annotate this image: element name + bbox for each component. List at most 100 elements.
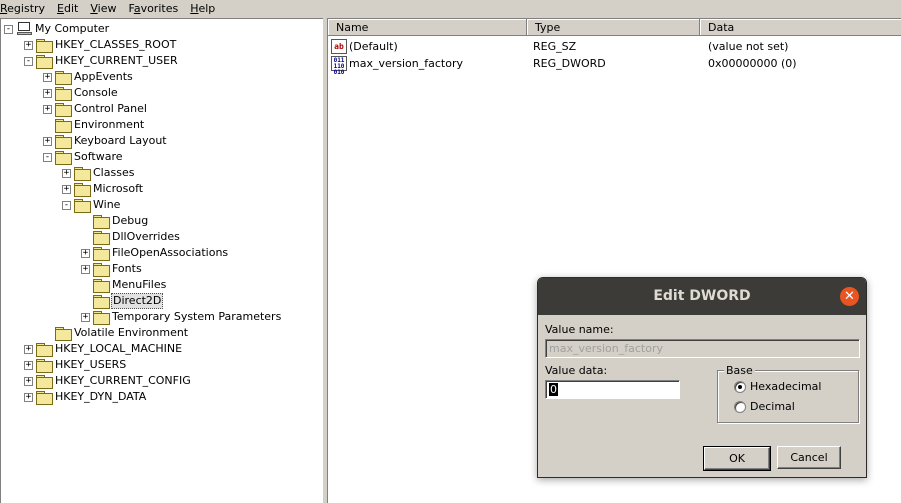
tree-item-software[interactable]: Software xyxy=(73,149,124,165)
folder-icon xyxy=(74,167,91,181)
list-header: Name Type Data xyxy=(328,19,901,36)
tree-item-fileopenassociations[interactable]: FileOpenAssociations xyxy=(111,245,229,261)
registry-tree[interactable]: - My Computer + HKEY_CLASSES_ROOT - HKEY_CU… xyxy=(0,18,323,503)
menu-help[interactable]: Help xyxy=(184,0,221,18)
dword-value-icon: 011 110 010 xyxy=(331,56,347,76)
value-data-input[interactable]: 0 xyxy=(545,380,680,399)
value-name: (Default) xyxy=(349,40,398,53)
decimal-label[interactable]: Decimal xyxy=(750,400,795,414)
base-groupbox xyxy=(717,370,859,423)
tree-item-dlloverrides[interactable]: DllOverrides xyxy=(111,229,181,245)
column-header-data[interactable]: Data xyxy=(700,19,901,36)
tree-item-microsoft[interactable]: Microsoft xyxy=(92,181,144,197)
close-icon[interactable]: ✕ xyxy=(840,287,859,306)
expand-icon[interactable]: + xyxy=(62,185,71,194)
tree-item-volatile-environment[interactable]: Volatile Environment xyxy=(73,325,189,341)
base-label: Base xyxy=(724,364,755,377)
value-data: 0x00000000 (0) xyxy=(708,57,797,70)
value-data: (value not set) xyxy=(708,40,789,53)
expand-icon[interactable]: + xyxy=(62,169,71,178)
hexadecimal-radio[interactable] xyxy=(734,381,746,393)
folder-icon xyxy=(93,295,110,309)
tree-item-environment[interactable]: Environment xyxy=(73,117,145,133)
expand-icon[interactable]: + xyxy=(24,345,33,354)
computer-icon xyxy=(17,22,33,35)
tree-item-keyboard-layout[interactable]: Keyboard Layout xyxy=(73,133,168,149)
tree-item-fonts[interactable]: Fonts xyxy=(111,261,143,277)
tree-item-hkey-current-config[interactable]: HKEY_CURRENT_CONFIG xyxy=(54,373,192,389)
folder-icon xyxy=(55,87,72,101)
list-row-default[interactable]: ab (Default) REG_SZ (value not set) xyxy=(328,38,901,55)
expand-icon[interactable]: + xyxy=(24,361,33,370)
expand-icon[interactable]: + xyxy=(43,105,52,114)
collapse-icon[interactable]: - xyxy=(24,57,33,66)
folder-icon xyxy=(93,215,110,229)
menu-view[interactable]: View xyxy=(84,0,122,18)
folder-icon xyxy=(55,71,72,85)
tree-item-hkey-users[interactable]: HKEY_USERS xyxy=(54,357,127,373)
decimal-radio[interactable] xyxy=(734,401,746,413)
tree-item-hkey-local-machine[interactable]: HKEY_LOCAL_MACHINE xyxy=(54,341,183,357)
tree-item-menufiles[interactable]: MenuFiles xyxy=(111,277,167,293)
menu-favorites[interactable]: Favorites xyxy=(122,0,184,18)
collapse-icon[interactable]: - xyxy=(62,201,71,210)
folder-icon xyxy=(93,263,110,277)
expand-icon[interactable]: + xyxy=(81,249,90,258)
tree-item-debug[interactable]: Debug xyxy=(111,213,149,229)
folder-icon xyxy=(36,391,53,405)
tree-item-wine[interactable]: Wine xyxy=(92,197,121,213)
folder-icon xyxy=(55,135,72,149)
ok-button[interactable]: OK xyxy=(703,446,771,471)
folder-icon xyxy=(93,311,110,325)
collapse-icon[interactable]: - xyxy=(4,25,13,34)
tree-item-appevents[interactable]: AppEvents xyxy=(73,69,134,85)
folder-icon xyxy=(74,199,91,213)
edit-dword-dialog: Edit DWORD ✕ Value name: max_version_fac… xyxy=(537,277,867,478)
tree-root-my-computer[interactable]: My Computer xyxy=(34,21,110,37)
column-header-type[interactable]: Type xyxy=(527,19,700,36)
expand-icon[interactable]: + xyxy=(43,73,52,82)
folder-icon xyxy=(36,55,53,69)
dialog-title: Edit DWORD xyxy=(653,288,751,304)
menu-registry[interactable]: Registry xyxy=(0,0,51,18)
folder-icon xyxy=(36,375,53,389)
hexadecimal-label[interactable]: Hexadecimal xyxy=(750,380,821,394)
folder-icon xyxy=(55,103,72,117)
expand-icon[interactable]: + xyxy=(43,137,52,146)
tree-item-hkey-classes-root[interactable]: HKEY_CLASSES_ROOT xyxy=(54,37,177,53)
value-name: max_version_factory xyxy=(349,57,463,70)
tree-item-console[interactable]: Console xyxy=(73,85,119,101)
value-type: REG_SZ xyxy=(533,40,577,53)
folder-icon xyxy=(36,359,53,373)
column-header-name[interactable]: Name xyxy=(328,19,527,36)
expand-icon[interactable]: + xyxy=(81,265,90,274)
expand-icon[interactable]: + xyxy=(24,393,33,402)
value-data-label: Value data: xyxy=(545,364,608,377)
expand-icon[interactable]: + xyxy=(81,313,90,322)
expand-icon[interactable]: + xyxy=(43,89,52,98)
tree-item-control-panel[interactable]: Control Panel xyxy=(73,101,148,117)
tree-item-classes[interactable]: Classes xyxy=(92,165,135,181)
dialog-titlebar[interactable]: Edit DWORD ✕ xyxy=(538,278,866,315)
collapse-icon[interactable]: - xyxy=(43,153,52,162)
tree-item-hkey-current-user[interactable]: HKEY_CURRENT_USER xyxy=(54,53,179,69)
menu-edit[interactable]: Edit xyxy=(51,0,84,18)
tree-item-direct2d[interactable]: Direct2D xyxy=(111,293,164,309)
folder-icon xyxy=(93,231,110,245)
folder-icon xyxy=(55,151,72,165)
folder-icon xyxy=(74,183,91,197)
expand-icon[interactable]: + xyxy=(24,41,33,50)
folder-icon xyxy=(36,39,53,53)
list-row-max-version-factory[interactable]: 011 110 010 max_version_factory REG_DWORD … xyxy=(328,55,901,76)
tree-item-temporary-system-parameters[interactable]: Temporary System Parameters xyxy=(111,309,282,325)
folder-icon xyxy=(36,343,53,357)
folder-icon xyxy=(93,279,110,293)
menu-bar: Registry Edit View Favorites Help xyxy=(0,0,901,18)
value-name-label: Value name: xyxy=(545,323,614,336)
expand-icon[interactable]: + xyxy=(24,377,33,386)
folder-icon xyxy=(55,119,72,133)
value-data-text: 0 xyxy=(549,383,558,396)
tree-item-hkey-dyn-data[interactable]: HKEY_DYN_DATA xyxy=(54,389,147,405)
string-value-icon: ab xyxy=(331,39,347,54)
cancel-button[interactable]: Cancel xyxy=(777,446,841,469)
